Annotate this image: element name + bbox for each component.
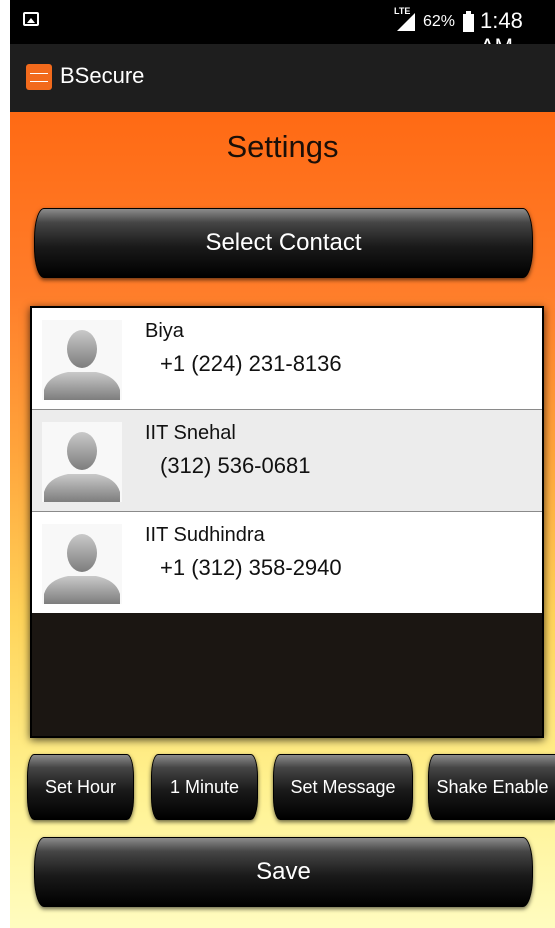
shake-enable-button[interactable]: Shake Enable	[428, 754, 555, 820]
contact-avatar-icon	[42, 320, 122, 400]
bsecure-logo-icon	[26, 64, 52, 90]
settings-screen: Settings Select Contact Biya +1 (224) 23…	[10, 112, 555, 928]
contact-row[interactable]: IIT Snehal (312) 536-0681	[32, 410, 542, 512]
set-hour-button[interactable]: Set Hour	[27, 754, 134, 820]
screen: LTE 62% 1:48 AM BSecure Settings Select …	[10, 0, 555, 928]
save-button[interactable]: Save	[34, 837, 533, 907]
page-title: Settings	[226, 129, 339, 164]
contact-name: IIT Sudhindra	[145, 524, 265, 546]
contact-avatar-icon	[42, 524, 122, 604]
contact-phone: +1 (224) 231-8136	[160, 351, 342, 376]
contact-list: Biya +1 (224) 231-8136 IIT Snehal (312) …	[30, 306, 544, 738]
select-contact-button[interactable]: Select Contact	[34, 208, 533, 278]
contact-avatar-icon	[42, 422, 122, 502]
signal-icon	[397, 13, 415, 31]
contact-name: Biya	[145, 320, 184, 342]
battery-charging-icon	[463, 11, 474, 32]
set-message-button[interactable]: Set Message	[273, 754, 413, 820]
battery-percent: 62%	[423, 13, 456, 30]
contact-name: IIT Snehal	[145, 422, 236, 444]
contact-row[interactable]: Biya +1 (224) 231-8136	[32, 308, 542, 410]
contact-phone: +1 (312) 358-2940	[160, 555, 342, 580]
contact-phone: (312) 536-0681	[160, 453, 311, 478]
action-bar: BSecure	[10, 44, 555, 112]
contact-row[interactable]: IIT Sudhindra +1 (312) 358-2940	[32, 512, 542, 613]
one-minute-button[interactable]: 1 Minute	[151, 754, 258, 820]
status-bar: LTE 62% 1:48 AM	[10, 0, 555, 59]
app-title: BSecure	[60, 63, 145, 88]
image-icon	[23, 12, 39, 26]
